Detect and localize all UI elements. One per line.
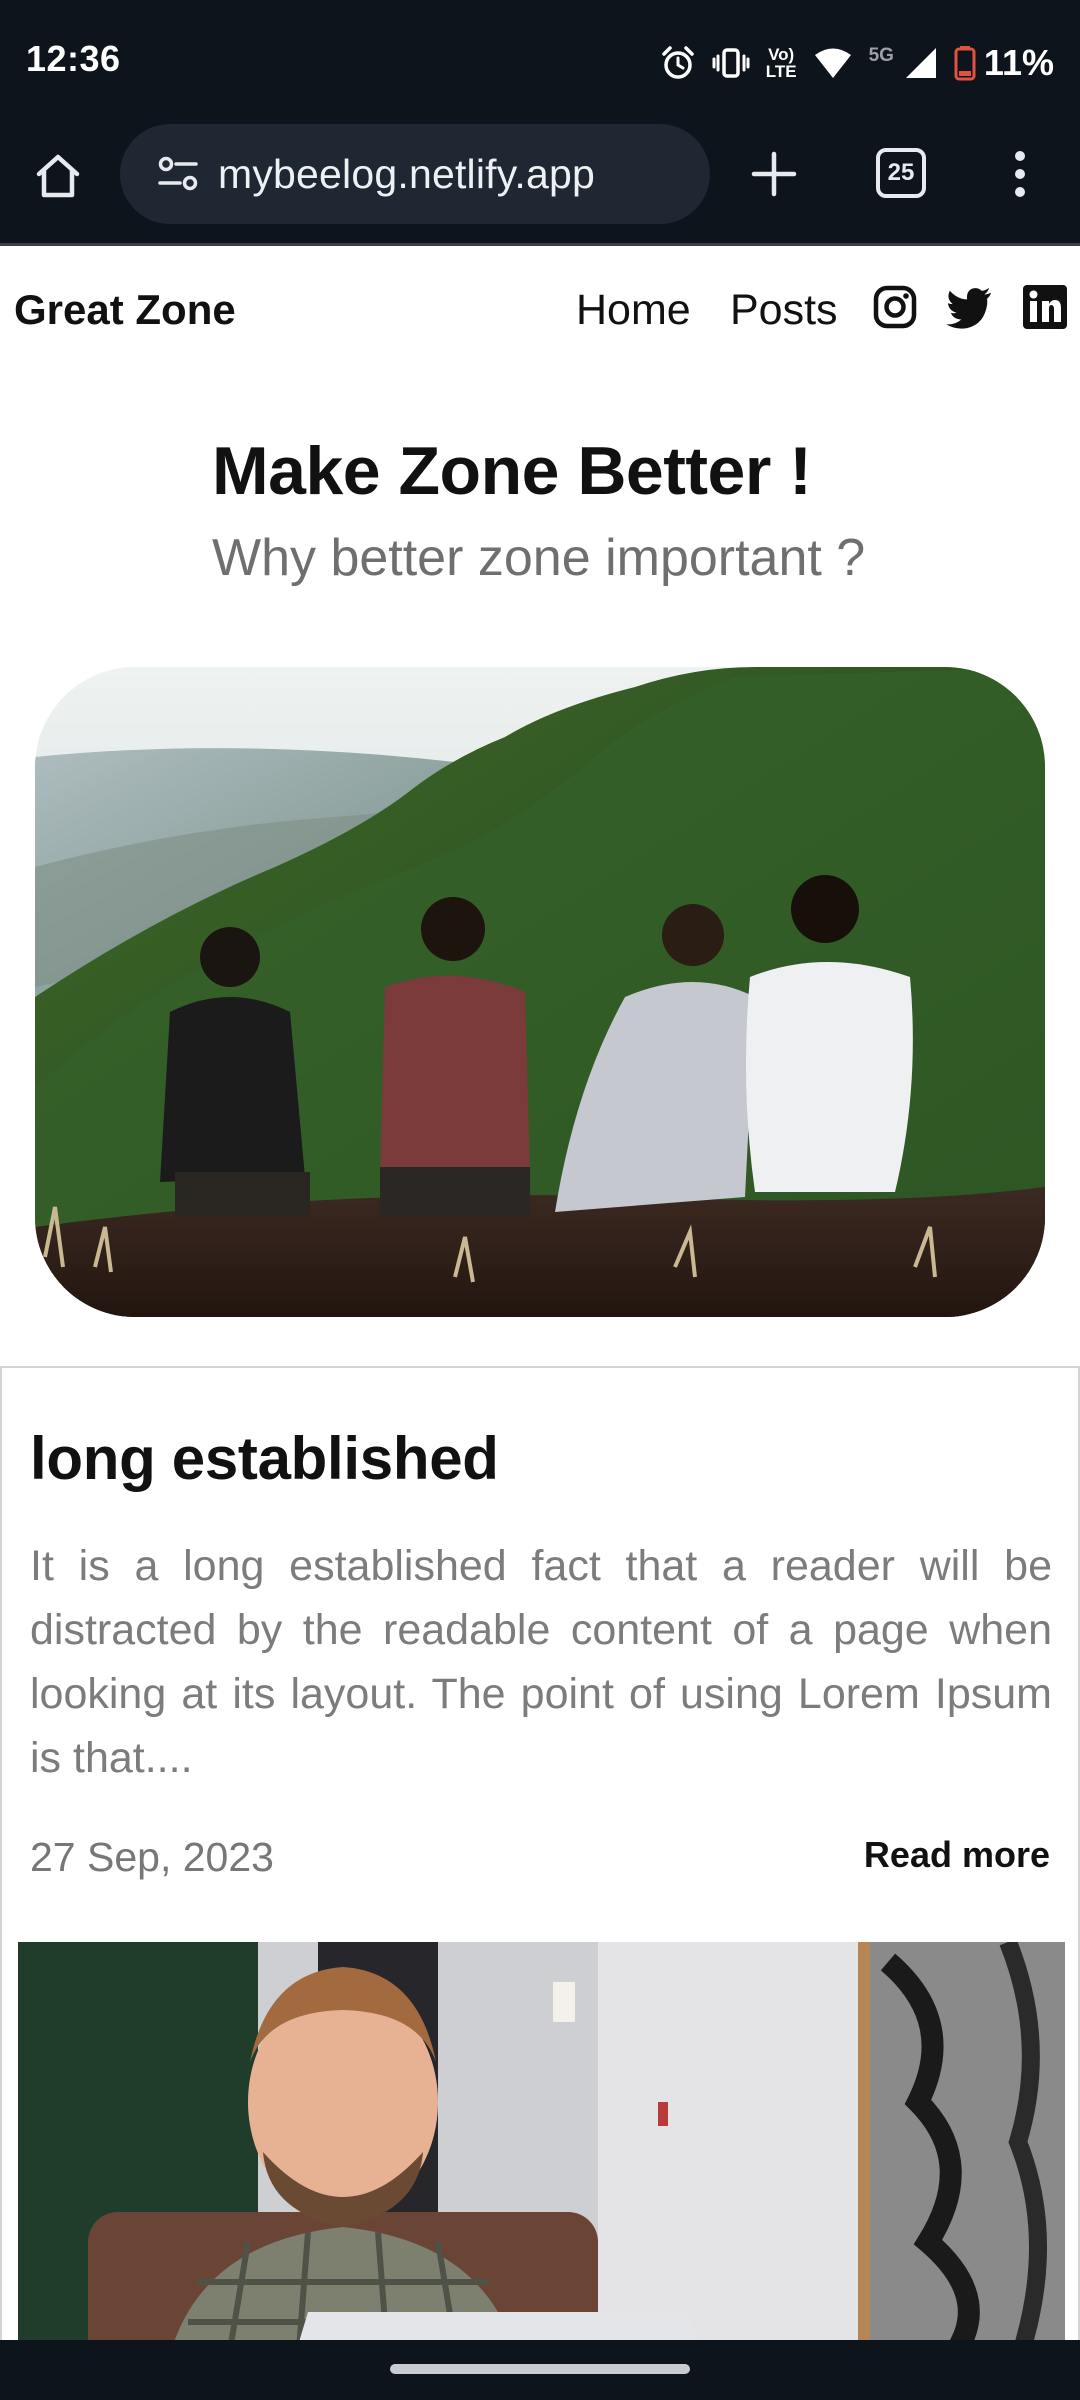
site-header: Great Zone Home Posts (0, 246, 1080, 376)
post-excerpt: It is a long established fact that a rea… (30, 1542, 1052, 1782)
instagram-icon[interactable] (872, 284, 918, 330)
url-text[interactable]: mybeelog.netlify.app (218, 151, 595, 198)
volte-indicator: Vo) LTE (766, 46, 797, 80)
battery-percent: 11% (983, 42, 1054, 83)
twitter-icon[interactable] (946, 284, 992, 330)
site-settings-icon[interactable] (156, 152, 200, 196)
status-bar: 12:36 Vo) LTE 5G 11% (0, 0, 1080, 124)
nav-link-posts[interactable]: Posts (730, 286, 838, 335)
post-thumbnail[interactable] (18, 1942, 1065, 2340)
web-page: Great Zone Home Posts Make Zone Better !… (0, 246, 1080, 2340)
browser-menu-button[interactable] (1000, 144, 1040, 204)
home-button[interactable] (30, 148, 86, 204)
hero-subtitle: Why better zone important ? (212, 529, 866, 587)
network-type-label: 5G (868, 45, 894, 66)
more-vertical-icon (1015, 151, 1025, 197)
status-icons: Vo) LTE 5G 11% (660, 38, 1054, 88)
vibrate-icon (712, 48, 750, 78)
linkedin-icon[interactable] (1022, 284, 1068, 330)
post-card[interactable]: long established It is a long establishe… (0, 1366, 1080, 2340)
alarm-icon (661, 46, 694, 79)
tab-switcher-button[interactable]: 25 (876, 148, 926, 198)
system-navigation-bar (0, 2340, 1080, 2400)
post-date: 27 Sep, 2023 (30, 1834, 274, 1880)
cell-signal-icon (905, 48, 936, 78)
home-icon (36, 154, 80, 198)
wifi-icon (814, 48, 851, 78)
nav-link-home[interactable]: Home (576, 286, 691, 335)
status-time: 12:36 (26, 38, 121, 79)
hero-image (35, 667, 1045, 1317)
read-more-link[interactable]: Read more (864, 1834, 1050, 1876)
address-bar[interactable]: mybeelog.netlify.app (120, 124, 710, 224)
plus-icon (751, 151, 797, 197)
post-title[interactable]: long established (30, 1424, 499, 1493)
new-tab-button[interactable] (746, 146, 802, 202)
battery-icon (954, 46, 976, 81)
lte-label: LTE (765, 62, 797, 81)
site-brand[interactable]: Great Zone (14, 286, 236, 334)
home-gesture-handle[interactable] (390, 2364, 690, 2374)
volte-label: Vo) (768, 45, 795, 64)
browser-toolbar: mybeelog.netlify.app 25 (0, 124, 1080, 246)
hero-title: Make Zone Better ! (212, 433, 812, 509)
